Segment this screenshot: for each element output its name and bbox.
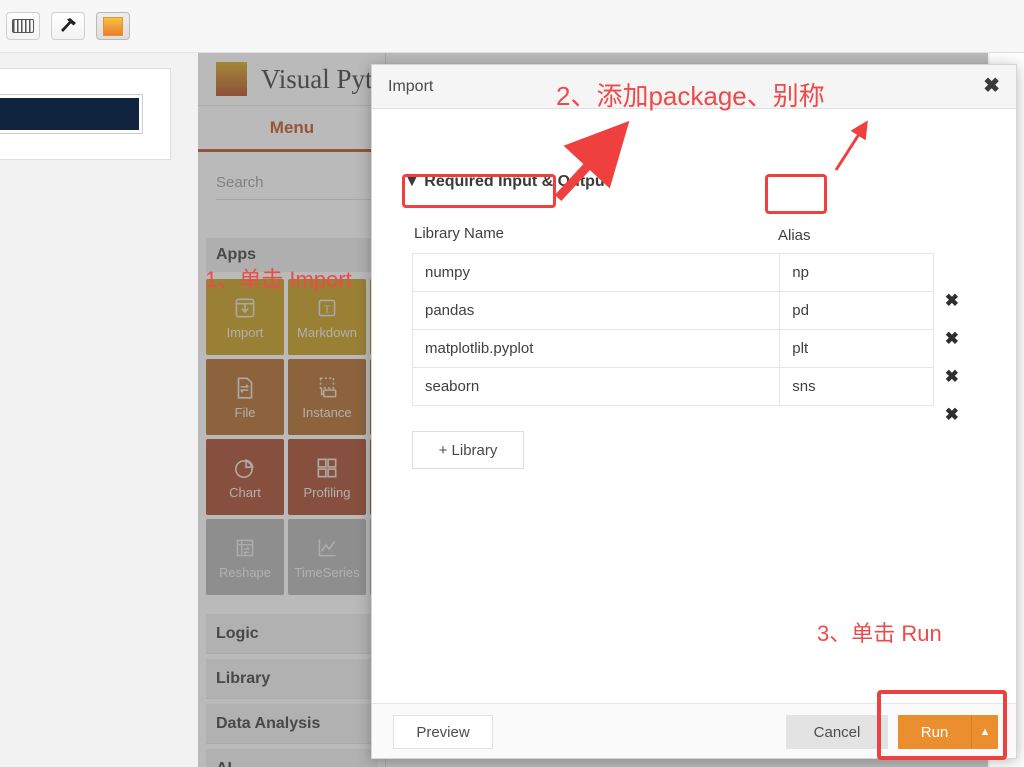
annotation-arrows [554,120,868,202]
arrow-to-alias [834,120,868,171]
screen-root: n . w. Visual Pyth Menu Search [0,0,1024,767]
arrow-to-required-io [554,120,630,202]
